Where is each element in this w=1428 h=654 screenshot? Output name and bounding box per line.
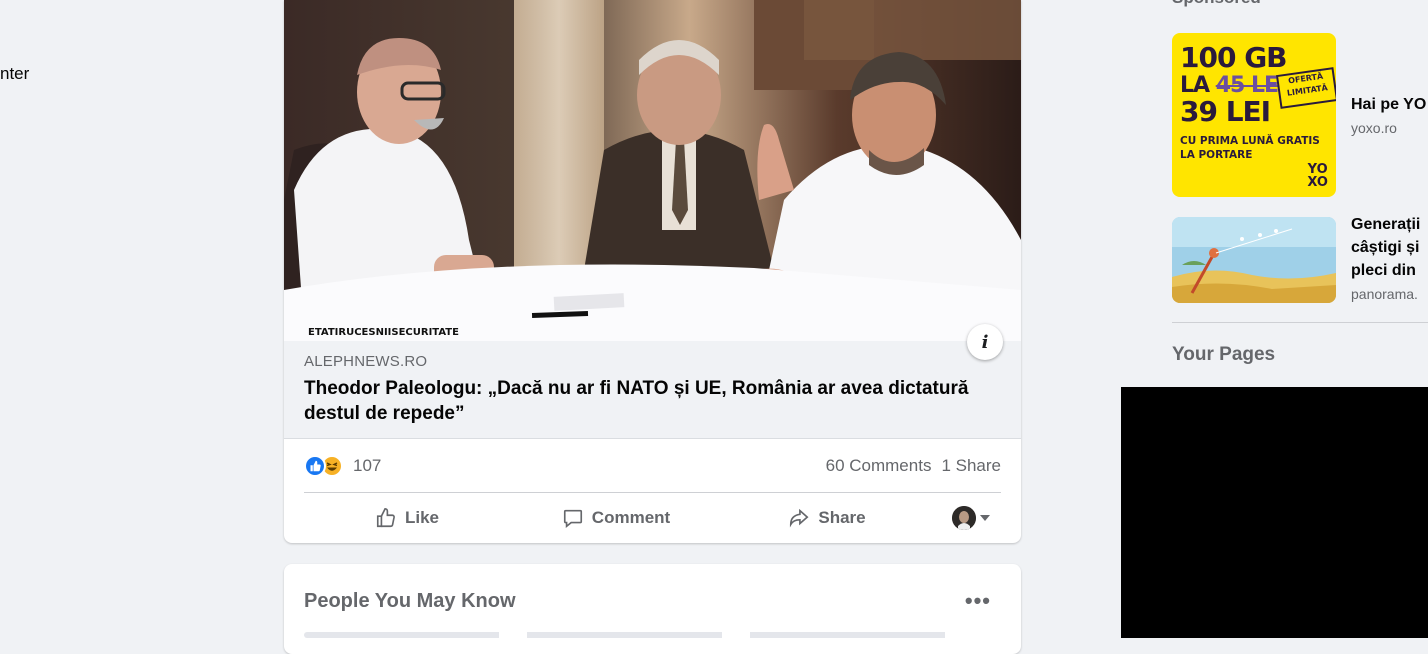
suggestion-cards-edge [304, 632, 1001, 638]
ad-domain: yoxo.ro [1351, 120, 1397, 136]
share-arrow-icon [790, 508, 809, 528]
reaction-summary[interactable]: 107 [304, 455, 381, 477]
post-actions-bar: Like Comment Share [304, 496, 1001, 540]
reaction-count: 107 [353, 456, 382, 475]
video-overlay-region [1121, 387, 1428, 638]
avatar [952, 506, 976, 530]
comments-count-link[interactable]: 60 Comments [826, 456, 932, 476]
like-button[interactable]: Like [304, 498, 510, 538]
ad-title-line-3[interactable]: pleci din [1351, 259, 1428, 282]
image-watermark-text: ETATIRUCESNIISECURITATE [308, 327, 459, 338]
comment-bubble-icon [563, 509, 582, 528]
comment-button[interactable]: Comment [510, 498, 722, 538]
post-stats: 107 60 Comments 1 Share [304, 452, 1001, 480]
chevron-down-icon [980, 515, 990, 521]
your-pages-heading: Your Pages [1172, 344, 1276, 365]
share-button-label: Share [818, 508, 866, 527]
share-button[interactable]: Share [722, 498, 932, 538]
like-button-label: Like [404, 508, 440, 527]
left-nav-item-label[interactable]: nter [0, 64, 29, 84]
ad-image[interactable] [1172, 217, 1336, 303]
shares-count-link[interactable]: 1 Share [941, 456, 1001, 476]
reaction-audience-selector[interactable] [952, 506, 990, 530]
people-you-may-know-card: People You May Know ••• [284, 564, 1021, 654]
ad-domain: panorama. [1351, 286, 1418, 302]
sponsored-heading: Sponsored [1172, 0, 1261, 8]
link-preview-image[interactable]: ETATIRUCESNIISECURITATE [284, 0, 1021, 341]
like-reaction-icon [304, 455, 326, 477]
ad-title-line-1[interactable]: Generații [1351, 213, 1428, 236]
news-feed-post: ETATIRUCESNIISECURITATE i ALEPHNEWS.RO T… [284, 0, 1021, 543]
comment-button-label: Comment [591, 508, 671, 527]
ad-title[interactable]: Hai pe YO [1351, 93, 1428, 116]
link-title[interactable]: Theodor Paleologu: „Dacă nu ar fi NATO ș… [304, 376, 1001, 426]
thumbs-up-icon [376, 508, 395, 528]
ad-image[interactable]: 100 GB LA 45 LEI 39 LEI OFERTĂ LIMITATĂ … [1172, 33, 1336, 197]
more-options-icon[interactable]: ••• [965, 588, 991, 614]
yoxo-logo: YO XO [1307, 162, 1328, 190]
section-title: People You May Know [304, 590, 516, 612]
link-preview-meta[interactable]: ALEPHNEWS.RO Theodor Paleologu: „Dacă nu… [284, 341, 1021, 439]
info-icon[interactable]: i [967, 324, 1003, 360]
sidebar-divider [1172, 322, 1428, 323]
actions-divider [304, 492, 1001, 493]
link-domain: ALEPHNEWS.RO [304, 353, 428, 370]
offer-badge: OFERTĂ LIMITATĂ [1275, 67, 1336, 109]
ad-title-line-2[interactable]: câștigi și [1351, 236, 1428, 259]
